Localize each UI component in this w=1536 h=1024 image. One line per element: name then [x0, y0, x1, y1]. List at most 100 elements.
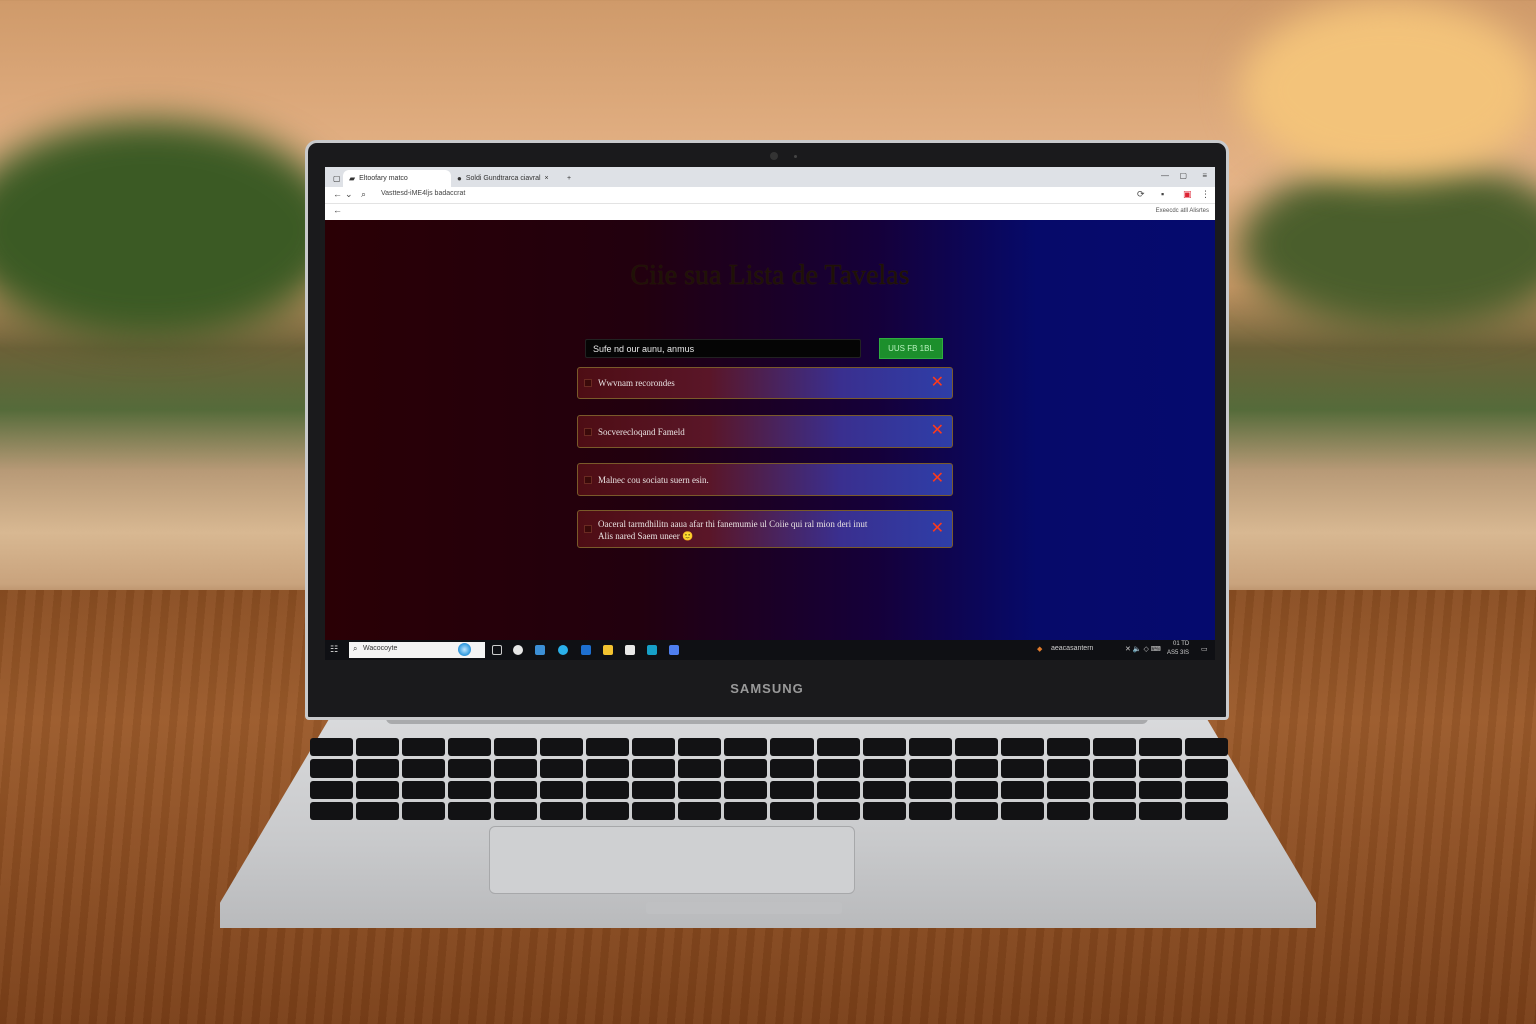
close-icon[interactable]: ✕	[931, 423, 944, 439]
task-checkbox[interactable]	[584, 379, 592, 387]
extensions-icon[interactable]: ⟳	[1137, 189, 1145, 200]
task-text: Malnec cou sociatu suern esin.	[598, 475, 709, 485]
keyboard-key	[1138, 759, 1182, 778]
laptop-lid: SAMSUNG ▢ ▰ Eltoofary matco ● Soldi Gund…	[305, 140, 1229, 720]
keyboard-key	[448, 738, 492, 757]
all-bookmarks-link[interactable]: Exeecdc atll Alisrtes	[1156, 208, 1209, 214]
app-icon-1[interactable]	[513, 645, 523, 655]
task-item[interactable]: Socverecloqand Fameld ✕	[577, 415, 953, 448]
task-checkbox[interactable]	[584, 476, 592, 484]
tab-label: Eltoofary matco	[359, 175, 408, 182]
clock-time: AS5 3IS	[1167, 650, 1190, 656]
keyboard-key	[954, 738, 998, 757]
browser-tab-bar: ▢ ▰ Eltoofary matco ● Soldi Gundtrarca c…	[325, 167, 1215, 187]
task-text-line2: Alis nared Saem uneer 🙂	[598, 531, 694, 541]
tray-app-icon[interactable]: ◆	[1037, 645, 1042, 653]
task-checkbox[interactable]	[584, 525, 592, 533]
trackpad	[489, 826, 855, 894]
file-explorer-icon[interactable]	[535, 645, 545, 655]
start-menu-icon[interactable]: ☷	[330, 644, 338, 655]
keyboard-key	[402, 801, 446, 820]
search-icon[interactable]: ⌕	[361, 189, 366, 200]
new-tab-button[interactable]: +	[561, 170, 577, 187]
keyboard-key	[1092, 738, 1136, 757]
keyboard	[310, 738, 1228, 820]
keyboard-key	[908, 738, 952, 757]
tray-icons[interactable]: ✕ 🔈 ◇ ⌨	[1125, 645, 1161, 653]
menu-icon[interactable]: ⋮	[1201, 189, 1210, 200]
edge-icon[interactable]	[558, 645, 568, 655]
task-item[interactable]: Oaceral tarmdhilitn aaua afar thi fanemu…	[577, 510, 953, 548]
keyboard-key	[1184, 780, 1228, 799]
keyboard-key	[724, 801, 768, 820]
close-icon[interactable]: ✕	[931, 471, 944, 487]
keyboard-key	[586, 780, 630, 799]
keyboard-key	[724, 759, 768, 778]
maximize-icon[interactable]: ▢	[1179, 171, 1187, 180]
back-arrow-icon[interactable]: ←	[333, 205, 342, 215]
sidebar-toggle[interactable]: ▢	[327, 170, 343, 187]
window-close-icon[interactable]: ≡	[1202, 171, 1207, 180]
task-item[interactable]: Malnec cou sociatu suern esin. ✕	[577, 463, 953, 496]
taskbar-search[interactable]: ⌕ Wacocoyte	[349, 642, 485, 658]
app-icon-9[interactable]	[669, 645, 679, 655]
tab-active[interactable]: ▰ Eltoofary matco	[343, 170, 451, 187]
keyboard-key	[1000, 759, 1044, 778]
search-icon: ⌕	[353, 644, 358, 653]
shield-icon[interactable]: ▣	[1183, 189, 1192, 200]
keyboard-key	[540, 801, 584, 820]
browser-toolbar: ← ⌄ ⌕ Vasttesd-iME4ljs badaccrat ⟳ ▪ ▣ ⋮	[325, 187, 1215, 204]
task-checkbox[interactable]	[584, 428, 592, 436]
keyboard-key	[632, 801, 676, 820]
tab-close-icon[interactable]: ×	[545, 175, 549, 182]
notification-icon[interactable]: ▭	[1201, 645, 1208, 653]
keyboard-key	[494, 801, 538, 820]
store-icon[interactable]	[625, 645, 635, 655]
plus-icon: +	[567, 175, 572, 182]
close-icon[interactable]: ✕	[931, 521, 944, 537]
keyboard-key	[678, 801, 722, 820]
task-view-icon[interactable]	[492, 645, 502, 655]
app-icon-5[interactable]	[581, 645, 591, 655]
keyboard-key	[1046, 738, 1090, 757]
keyboard-key	[310, 780, 354, 799]
keyboard-key	[448, 780, 492, 799]
keyboard-key	[1184, 801, 1228, 820]
lock-icon[interactable]: ▪	[1161, 189, 1164, 199]
keyboard-key	[862, 738, 906, 757]
cortana-icon[interactable]	[458, 643, 471, 656]
keyboard-key	[908, 759, 952, 778]
background-foliage-right	[1240, 160, 1536, 330]
bookmarks-bar: ← Exeecdc atll Alisrtes	[325, 204, 1215, 220]
keyboard-key	[770, 780, 814, 799]
webcam-led	[794, 155, 797, 158]
keyboard-key	[494, 759, 538, 778]
panel-icon: ▢	[333, 174, 341, 183]
keyboard-key	[770, 801, 814, 820]
keyboard-key	[862, 801, 906, 820]
background-sun-glow	[1240, 0, 1536, 180]
keyboard-key	[908, 801, 952, 820]
task-input[interactable]	[585, 339, 861, 358]
folder-icon[interactable]	[603, 645, 613, 655]
add-task-button[interactable]: UUS FB 1BL	[879, 338, 943, 359]
task-item[interactable]: Wwvnam recorondes ✕	[577, 367, 953, 399]
tab-inactive[interactable]: ● Soldi Gundtrarca ciavral ×	[451, 170, 561, 187]
keyboard-key	[356, 801, 400, 820]
back-icon[interactable]: ←	[333, 189, 342, 199]
keyboard-key	[816, 801, 860, 820]
keyboard-key	[448, 801, 492, 820]
keyboard-key	[540, 738, 584, 757]
keyboard-key	[356, 738, 400, 757]
address-bar[interactable]: Vasttesd-iME4ljs badaccrat	[381, 190, 465, 197]
minimize-icon[interactable]: —	[1161, 171, 1169, 180]
app-icon-8[interactable]	[647, 645, 657, 655]
keyboard-key	[816, 738, 860, 757]
globe-icon: ●	[457, 174, 462, 183]
lid-notch	[646, 902, 842, 914]
chevron-down-icon[interactable]: ⌄	[345, 189, 353, 200]
close-icon[interactable]: ✕	[931, 375, 944, 391]
os-taskbar: ☷ ⌕ Wacocoyte ◆ aeacasantern ✕ 🔈 ◇ ⌨ 01 …	[325, 640, 1215, 660]
webcam-icon	[770, 152, 778, 160]
keyboard-key	[1138, 801, 1182, 820]
